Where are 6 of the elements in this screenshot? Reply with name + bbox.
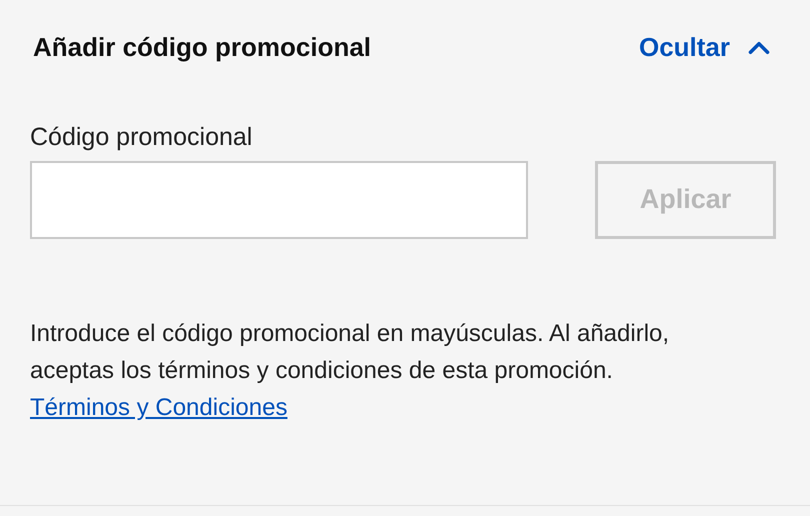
promo-code-field[interactable]: [30, 160, 528, 238]
promo-description: Introduce el código promocional en mayúsculas. Al añadirlo, aceptas los términos y condiciones de esta promoción.: [30, 318, 670, 386]
terms-link[interactable]: Términos y Condiciones: [30, 394, 288, 420]
hide-toggle[interactable]: Ocultar: [638, 28, 776, 67]
field-label: Código promocional: [30, 123, 252, 151]
section-title: Añadir código promocional: [33, 31, 372, 64]
